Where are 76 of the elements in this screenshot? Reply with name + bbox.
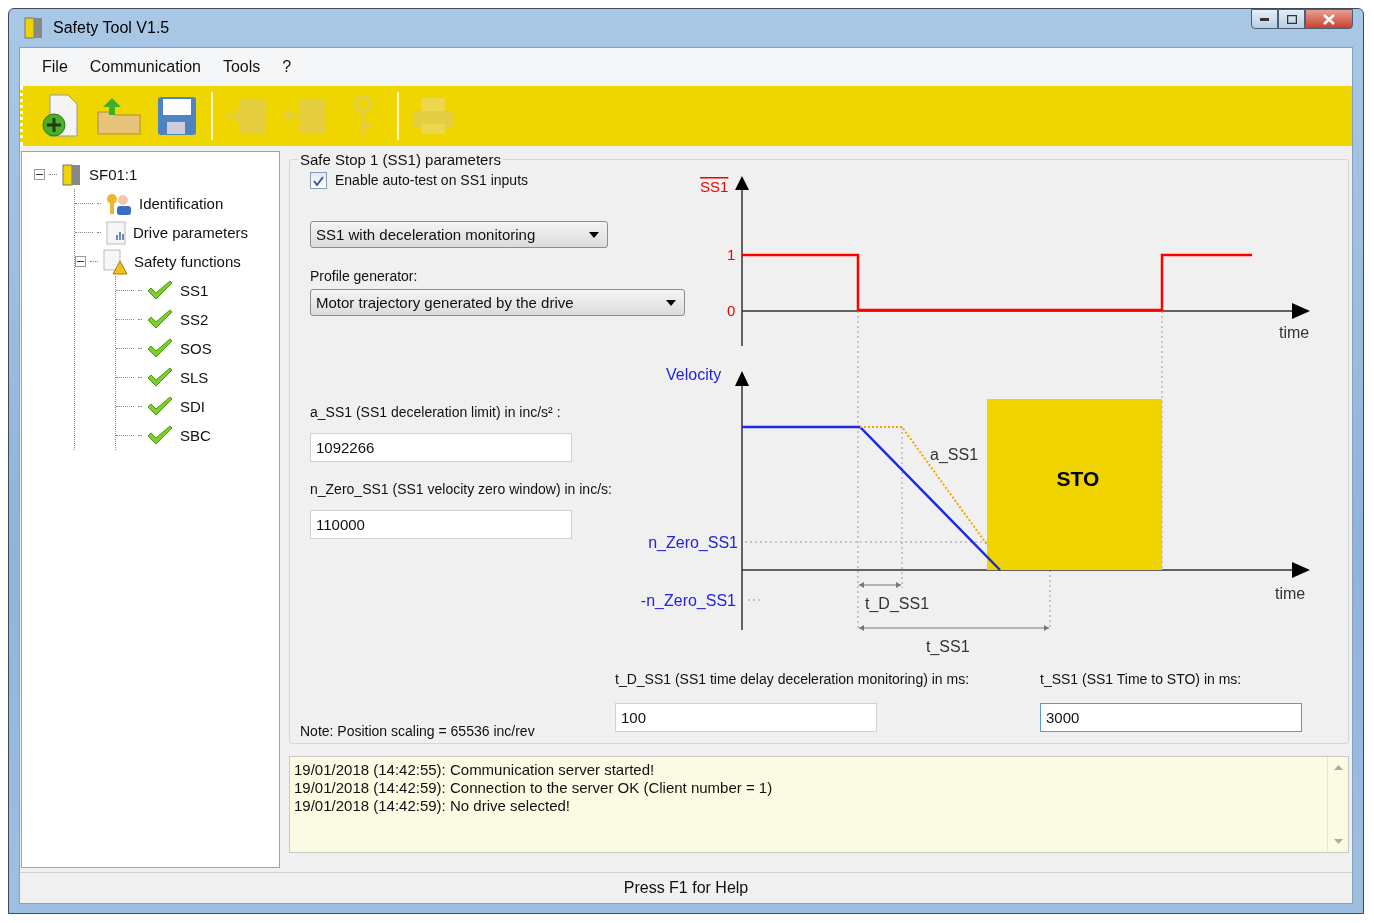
drive-module-icon	[61, 162, 83, 187]
collapse-toggle[interactable]	[34, 169, 45, 180]
collapse-toggle[interactable]	[75, 256, 86, 267]
tree-item[interactable]: Drive parameters	[131, 224, 249, 241]
close-icon	[1323, 13, 1335, 25]
tree-item[interactable]: Safety functions	[132, 253, 241, 270]
input-field[interactable]: 100	[615, 703, 877, 732]
minus-icon	[36, 171, 43, 178]
profile-dropdown[interactable]: Motor trajectory generated by the drive	[310, 289, 685, 316]
input-field[interactable]: 3000	[1040, 703, 1302, 732]
minimize-icon	[1260, 17, 1269, 21]
tree-item[interactable]: SOS	[178, 340, 212, 357]
axis-label: time	[1279, 324, 1310, 341]
log-line: 19/01/2018 (14:42:59): Connection to the server OK (Client number = 1)	[294, 779, 774, 797]
dimension-label: t_D_SS1	[865, 595, 930, 612]
menu-item[interactable]: File	[32, 54, 78, 80]
level-label: 1	[727, 246, 736, 263]
checkmark-icon	[146, 337, 174, 360]
minus-icon	[77, 258, 84, 265]
input-field[interactable]: 1092266	[310, 433, 572, 462]
field-label: a_SS1 (SS1 deceleration limit) in inc/s² :	[310, 404, 561, 420]
menu-item[interactable]: Communication	[79, 54, 211, 80]
note-text: Note: Position scaling = 65536 inc/rev	[300, 723, 535, 739]
dimension-label: t_SS1	[926, 638, 970, 655]
sto-label: STO	[1056, 467, 1100, 490]
scroll-up-icon[interactable]	[1333, 765, 1343, 770]
maximize-icon	[1286, 14, 1297, 24]
printer-icon	[411, 96, 455, 136]
checkbox-label: Enable auto-test on SS1 inputs	[335, 172, 529, 188]
scroll-down-icon[interactable]	[1333, 839, 1343, 844]
key-icon	[351, 95, 375, 137]
log-line: 19/01/2018 (14:42:55): Communication server started!	[294, 761, 656, 779]
minimize-button[interactable]	[1251, 9, 1278, 29]
checkmark-icon	[146, 366, 174, 389]
tree-item[interactable]: SLS	[178, 369, 209, 386]
signal-label: SS1	[700, 178, 729, 195]
checkmark-icon	[146, 424, 174, 447]
window-title: Safety Tool V1.5	[53, 19, 171, 37]
tree-item[interactable]: SS2	[178, 311, 209, 328]
checkmark-icon	[146, 279, 174, 302]
checkmark-icon	[146, 308, 174, 331]
tree-item[interactable]: SDI	[178, 398, 205, 415]
mode-dropdown[interactable]: SS1 with deceleration monitoring	[310, 221, 608, 248]
status-text: Press F1 for Help	[623, 879, 749, 897]
key-person-icon	[105, 191, 133, 216]
slope-label: a_SS1	[930, 446, 979, 463]
group-title: Safe Stop 1 (SS1) parameters	[299, 151, 502, 168]
caret-icon	[589, 231, 599, 238]
maximize-button[interactable]	[1278, 9, 1305, 29]
folder-upload-icon	[96, 96, 142, 136]
close-button[interactable]	[1305, 9, 1353, 29]
drive-module-icon	[23, 16, 45, 40]
field-label: n_Zero_SS1 (SS1 velocity zero window) in inc/s:	[310, 481, 612, 497]
tree-item[interactable]: SF01:1	[87, 166, 138, 183]
axis-label: time	[1275, 585, 1306, 602]
axis-label: Velocity	[666, 366, 722, 383]
checkmark-icon	[146, 395, 174, 418]
field-label: t_D_SS1 (SS1 time delay deceleration monitoring) in ms:	[615, 671, 970, 687]
document-chart-icon	[105, 220, 127, 245]
axis-label: n_Zero_SS1	[648, 534, 738, 551]
checkbox[interactable]	[310, 172, 327, 189]
caret-icon	[666, 299, 676, 306]
menu-item[interactable]: Tools	[212, 54, 271, 80]
tree-item[interactable]: SBC	[178, 427, 211, 444]
document-warning-icon	[102, 248, 128, 275]
level-label: 0	[727, 302, 736, 319]
menu-item[interactable]: ?	[272, 54, 302, 80]
device-arrow-icon	[282, 96, 328, 136]
axis-label: -n_Zero_SS1	[640, 592, 736, 609]
tree-item[interactable]: Identification	[137, 195, 224, 212]
input-field[interactable]: 110000	[310, 510, 572, 539]
dimension-arrow	[858, 582, 902, 588]
field-label: t_SS1 (SS1 Time to STO) in ms:	[1040, 671, 1242, 687]
tree-item[interactable]: SS1	[178, 282, 209, 299]
field-label: Profile generator:	[310, 268, 418, 284]
log-line: 19/01/2018 (14:42:59): No drive selected!	[294, 797, 571, 815]
